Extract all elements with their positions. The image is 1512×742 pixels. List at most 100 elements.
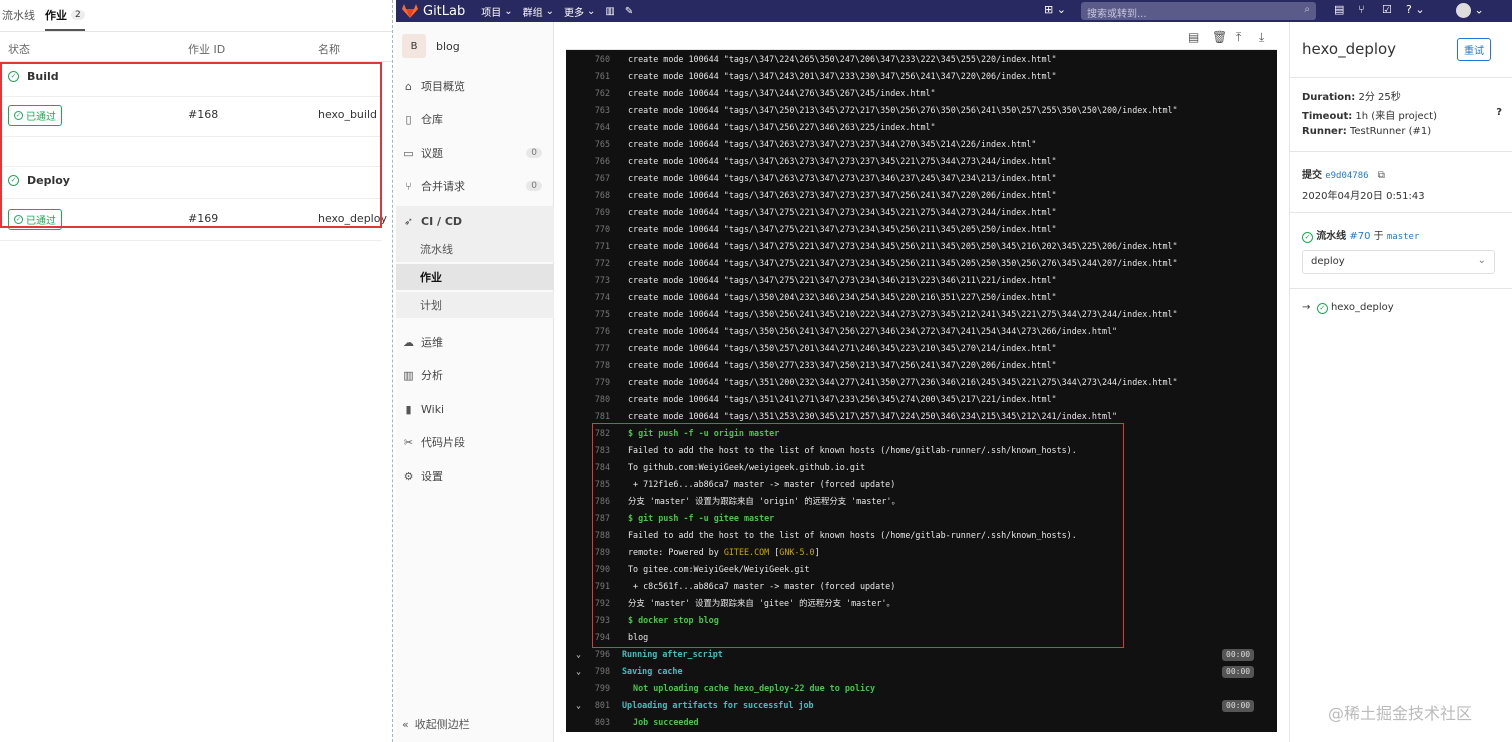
avatar[interactable]: ⌄: [1456, 3, 1484, 18]
line-number[interactable]: 780: [588, 391, 610, 408]
double-chevron-left-icon: «: [402, 717, 409, 731]
line-number[interactable]: 796: [588, 646, 610, 663]
sidebar-subitem-pipelines[interactable]: 流水线: [396, 236, 554, 262]
sidebar-item-merge-requests[interactable]: ⑂ 合并请求 0: [396, 172, 554, 200]
runner-row: Runner: TestRunner (#1): [1302, 126, 1432, 137]
scroll-to-top-icon[interactable]: ⤒: [1236, 30, 1241, 45]
log-line: 801 ⌄ Uploading artifacts for successful j…: [566, 697, 1277, 714]
line-number[interactable]: 778: [588, 357, 610, 374]
log-line: 768 create mode 100644 "tags/\347\263\273…: [566, 187, 1277, 204]
chevron-down-icon[interactable]: ⌄: [576, 697, 581, 714]
log-text: create mode 100644 "tags/\347\263\273\34…: [628, 187, 1057, 204]
line-number[interactable]: 768: [588, 187, 610, 204]
line-number[interactable]: 760: [588, 51, 610, 68]
line-number[interactable]: 801: [588, 697, 610, 714]
chevron-down-icon: ⌄: [1477, 255, 1486, 266]
log-line: 760 create mode 100644 "tags/\347\224\265…: [566, 51, 1277, 68]
section-duration-badge: 00:00: [1222, 666, 1255, 678]
line-number[interactable]: 769: [588, 204, 610, 221]
menu-projects[interactable]: 项目 ⌄: [481, 4, 512, 19]
sidebar-item-issues[interactable]: ▭ 议题 0: [396, 139, 554, 167]
brand-name[interactable]: GitLab: [423, 4, 465, 19]
line-number[interactable]: 764: [588, 119, 610, 136]
chevron-down-icon: ⌄: [504, 5, 513, 17]
line-number[interactable]: 799: [588, 680, 610, 697]
tab-pipelines[interactable]: 流水线: [2, 7, 35, 31]
sidebar-subitem-schedules[interactable]: 计划: [396, 292, 554, 318]
commit-sha-link[interactable]: e9d04786: [1325, 171, 1368, 181]
retry-button[interactable]: 重试: [1457, 38, 1491, 61]
line-number[interactable]: 774: [588, 289, 610, 306]
collapse-sidebar-button[interactable]: «收起侧边栏: [402, 716, 470, 732]
line-number[interactable]: 772: [588, 255, 610, 272]
line-number[interactable]: 776: [588, 323, 610, 340]
line-number[interactable]: 777: [588, 340, 610, 357]
project-avatar: B: [402, 34, 426, 58]
plus-square-icon[interactable]: ⊞ ⌄: [1044, 3, 1066, 16]
sidebar-item-operations[interactable]: ☁ 运维: [396, 328, 554, 356]
log-text-part: create mode 100644 "tags/\347\256\227\34…: [628, 122, 936, 132]
line-number[interactable]: 766: [588, 153, 610, 170]
line-number[interactable]: 761: [588, 68, 610, 85]
activity-chart-icon[interactable]: ▥: [605, 6, 614, 17]
doc-icon: ▯: [405, 112, 412, 126]
log-text: create mode 100644 "tags/\347\275\221\34…: [628, 255, 1178, 272]
chevron-down-icon[interactable]: ⌄: [576, 646, 581, 663]
todo-icon[interactable]: ▤: [1334, 3, 1344, 16]
wrench-icon[interactable]: ✎: [625, 6, 633, 17]
line-number[interactable]: 798: [588, 663, 610, 680]
log-line: 772 create mode 100644 "tags/\347\275\221…: [566, 255, 1277, 272]
line-number[interactable]: 763: [588, 102, 610, 119]
top-navbar: GitLab 项目 ⌄ 群组 ⌄ 更多 ⌄ ▥ ✎ ⊞ ⌄ 搜索或转到... ⌕ ▤ …: [396, 0, 1512, 22]
issues-icon[interactable]: ☑: [1382, 3, 1392, 16]
stage-select[interactable]: deploy ⌄: [1302, 250, 1495, 274]
sidebar-item-analytics[interactable]: ▥ 分析: [396, 361, 554, 389]
scroll-to-bottom-icon[interactable]: ⤓: [1259, 30, 1264, 45]
line-number[interactable]: 765: [588, 136, 610, 153]
line-number[interactable]: 775: [588, 306, 610, 323]
copy-icon[interactable]: ⧉: [1378, 170, 1385, 181]
log-text-part: create mode 100644 "tags/\351\253\230\34…: [628, 411, 1118, 421]
log-text: create mode 100644 "tags/\347\243\201\34…: [628, 68, 1057, 85]
search-input[interactable]: 搜索或转到... ⌕: [1081, 2, 1316, 20]
sidebar-item-cicd[interactable]: ➶ CI / CD: [396, 206, 554, 236]
help-icon[interactable]: ?: [1496, 107, 1502, 118]
line-number[interactable]: 771: [588, 238, 610, 255]
raw-log-icon[interactable]: ▤: [1188, 30, 1199, 44]
sidebar-item-snippets[interactable]: ✂ 代码片段: [396, 428, 554, 456]
home-icon: ⌂: [405, 79, 412, 93]
line-number[interactable]: 770: [588, 221, 610, 238]
chevron-down-icon[interactable]: ⌄: [576, 663, 581, 680]
sidebar-item-settings[interactable]: ⚙ 设置: [396, 462, 554, 490]
commit-date: 2020年04月20日 0:51:43: [1302, 191, 1425, 202]
job-title: hexo_deploy: [1302, 40, 1397, 58]
project-header[interactable]: B blog: [402, 34, 460, 58]
job-log[interactable]: 760 create mode 100644 "tags/\347\224\265…: [566, 50, 1277, 732]
chevron-down-icon: ⌄: [587, 5, 596, 17]
chart-icon: ▥: [403, 368, 414, 382]
gitlab-logo-icon[interactable]: [402, 4, 418, 18]
tab-jobs[interactable]: 作业 2: [45, 7, 85, 31]
line-number[interactable]: 762: [588, 85, 610, 102]
sidebar-item-repository[interactable]: ▯ 仓库: [396, 105, 554, 133]
sidebar-item-overview[interactable]: ⌂ 项目概览: [396, 72, 554, 100]
sidebar-subitem-jobs[interactable]: 作业: [396, 264, 554, 290]
log-line: 777 create mode 100644 "tags/\350\257\201…: [566, 340, 1277, 357]
help-icon[interactable]: ? ⌄: [1406, 3, 1425, 16]
line-number[interactable]: 773: [588, 272, 610, 289]
log-line: 771 create mode 100644 "tags/\347\275\221…: [566, 238, 1277, 255]
pipeline-link[interactable]: #70: [1349, 231, 1370, 242]
current-job-row[interactable]: → ✓ hexo_deploy: [1302, 302, 1394, 314]
log-text: create mode 100644 "tags/\347\263\273\34…: [628, 153, 1057, 170]
line-number[interactable]: 803: [588, 714, 610, 731]
sidebar-item-wiki[interactable]: ▮ Wiki: [396, 395, 554, 423]
line-number[interactable]: 779: [588, 374, 610, 391]
log-line: 761 create mode 100644 "tags/\347\243\201…: [566, 68, 1277, 85]
line-number[interactable]: 767: [588, 170, 610, 187]
merge-request-icon[interactable]: ⑂: [1358, 3, 1365, 16]
menu-more[interactable]: 更多 ⌄: [564, 4, 595, 19]
menu-groups[interactable]: 群组 ⌄: [523, 4, 554, 19]
trash-icon[interactable]: 🗑: [1212, 30, 1227, 44]
branch-link[interactable]: master: [1387, 232, 1420, 242]
log-text-part: create mode 100644 "tags/\351\241\271\34…: [628, 394, 1057, 404]
